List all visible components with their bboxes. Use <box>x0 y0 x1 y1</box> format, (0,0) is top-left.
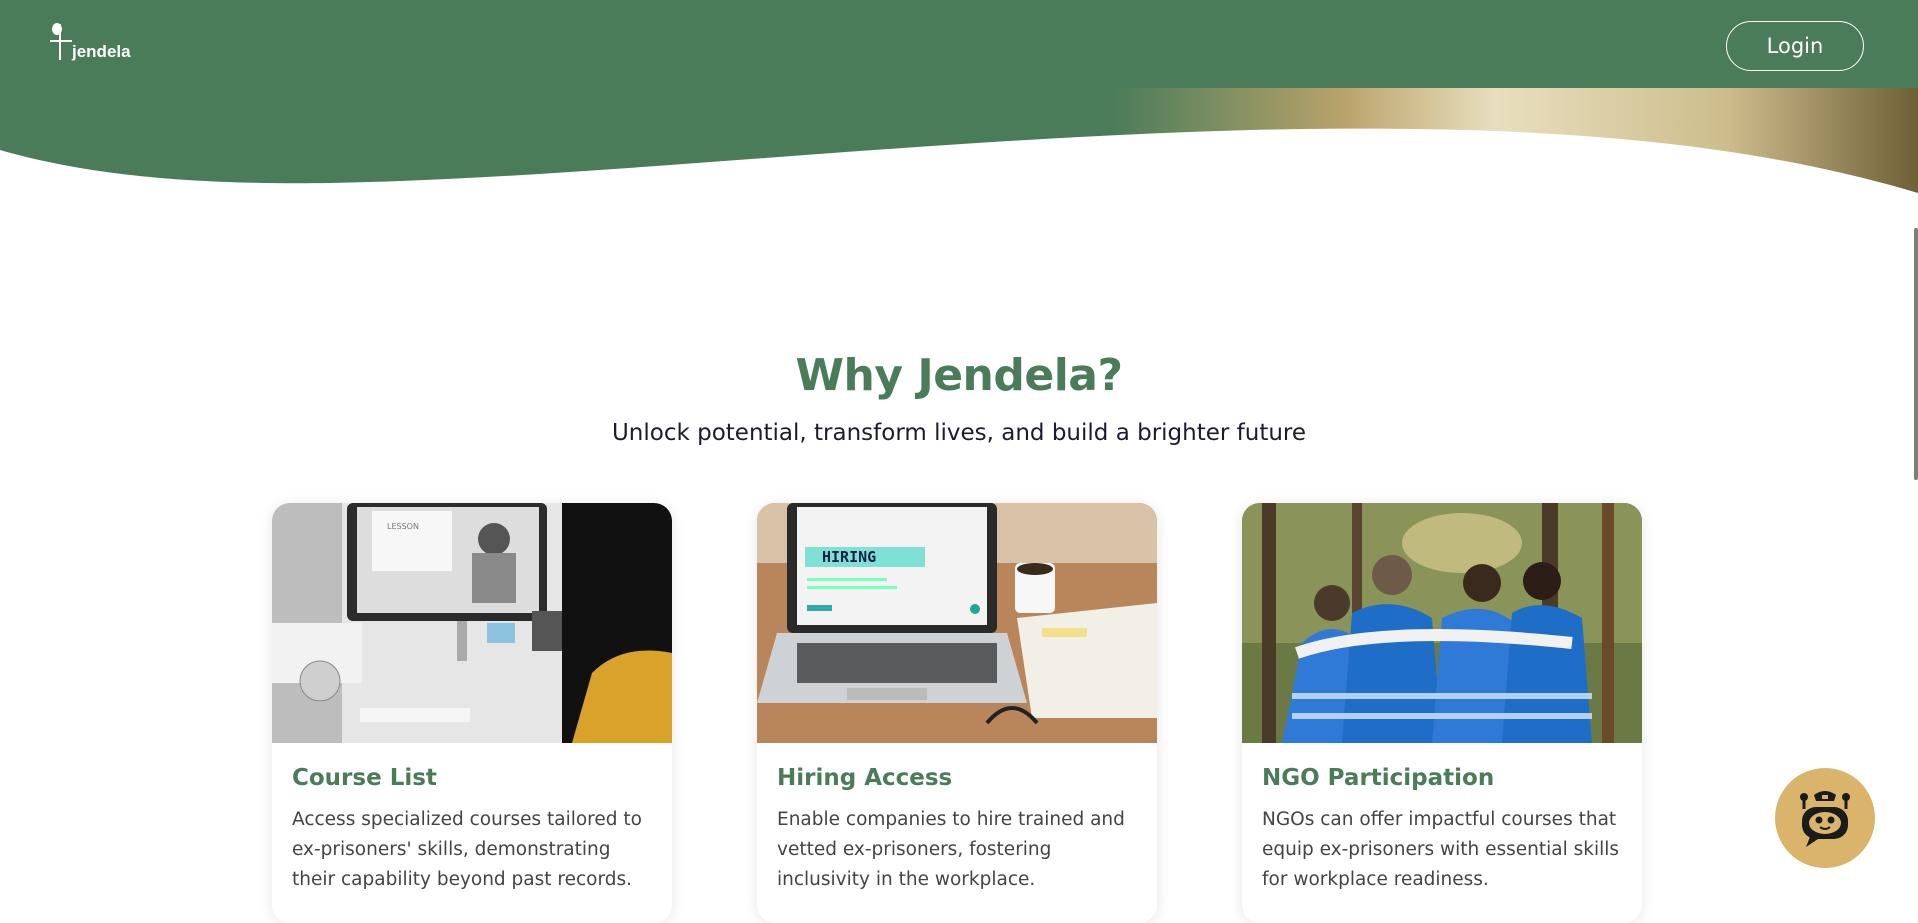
logo-text: jendela <box>72 42 131 61</box>
hiring-access-title: Hiring Access <box>777 765 953 791</box>
header-wave <box>0 88 1918 193</box>
feature-card-hiring-access[interactable]: HIRING Hiring Access Enable companies to… <box>757 503 1157 923</box>
feature-card-ngo-participation[interactable]: NGO Participation NGOs can offer impactf… <box>1242 503 1642 923</box>
feature-card-course-list[interactable]: LESSON Course List Access specialized co… <box>272 503 672 923</box>
course-list-description: Access specialized courses tailored to e… <box>292 809 642 890</box>
course-list-title: Course List <box>292 765 437 791</box>
hiring-screen-text: HIRING <box>822 548 876 566</box>
course-list-image: LESSON <box>272 503 672 743</box>
chatbot-button[interactable] <box>1775 768 1875 868</box>
ngo-participation-description: NGOs can offer impactful courses that eq… <box>1262 809 1620 890</box>
ngo-participation-image <box>1242 503 1642 743</box>
logo-mark-icon <box>50 23 72 60</box>
hiring-access-image: HIRING <box>757 503 1157 743</box>
lesson-screen-text: LESSON <box>387 522 419 531</box>
login-button[interactable]: Login <box>1726 21 1864 71</box>
hiring-access-description: Enable companies to hire trained and vet… <box>777 809 1125 890</box>
header-bar <box>0 0 1918 96</box>
section-subtitle: Unlock potential, transform lives, and b… <box>611 420 1307 446</box>
ngo-participation-title: NGO Participation <box>1262 765 1495 791</box>
jendela-logo[interactable]: jendela <box>48 20 131 64</box>
section-title: Why Jendela? <box>795 350 1123 401</box>
robot-icon <box>1800 791 1850 847</box>
